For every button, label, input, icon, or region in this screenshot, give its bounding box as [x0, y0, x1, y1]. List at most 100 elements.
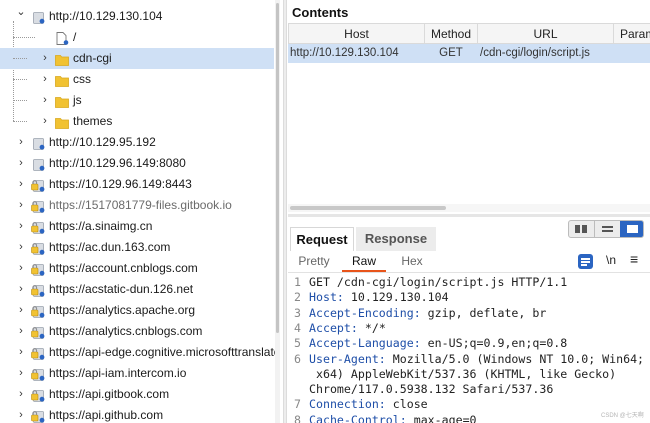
tree-item[interactable]: › https://a.sinaimg.cn	[0, 216, 274, 237]
chevron-right-icon[interactable]: ›	[16, 384, 26, 405]
chevron-right-icon[interactable]: ›	[16, 279, 26, 300]
header-name: Connection:	[309, 397, 386, 412]
chevron-right-icon[interactable]: ›	[16, 132, 26, 153]
host-icon	[31, 262, 45, 276]
cell-url: /cdn-cgi/login/script.js	[480, 47, 590, 59]
menu-icon[interactable]: ≡	[630, 251, 638, 267]
tab-response[interactable]: Response	[356, 227, 436, 251]
chevron-right-icon[interactable]: ›	[40, 48, 50, 69]
column-header-url[interactable]: URL	[477, 23, 614, 44]
tree-item-label: https://api.gitbook.com	[49, 387, 170, 401]
tree-item[interactable]: › js	[0, 90, 274, 111]
chevron-right-icon[interactable]: ›	[16, 216, 26, 237]
chevron-right-icon[interactable]: ›	[40, 69, 50, 90]
tree-item[interactable]: › https://acstatic-dun.126.net	[0, 279, 274, 300]
chevron-right-icon[interactable]: ›	[16, 300, 26, 321]
tree-item[interactable]: › https://analytics.cnblogs.com	[0, 321, 274, 342]
pane-divider[interactable]	[283, 0, 287, 423]
host-icon	[31, 178, 45, 192]
request-panel: Request Response Pretty Raw Hex \n ≡ 1 GE…	[288, 217, 650, 423]
line-number: 2	[294, 290, 301, 305]
chevron-right-icon[interactable]: ›	[16, 258, 26, 279]
tab-pretty[interactable]: Pretty	[292, 251, 336, 272]
header-name: Host:	[309, 290, 344, 305]
tree-item[interactable]: › https://api-iam.intercom.io	[0, 363, 274, 384]
editor-line: 5 Accept-Language: en-US;q=0.9,en;q=0.8	[288, 335, 650, 351]
tree-item-label: cdn-cgi	[73, 51, 112, 65]
chevron-right-icon[interactable]: ›	[16, 363, 26, 384]
tree-item[interactable]: › https://api.gitbook.com	[0, 384, 274, 405]
header-value: 10.129.130.104	[343, 290, 449, 305]
contents-panel: Contents Host Method URL Param http://10…	[288, 0, 650, 214]
chevron-right-icon[interactable]: ›	[16, 174, 26, 195]
host-icon	[31, 325, 45, 339]
host-icon	[31, 409, 45, 423]
line-content: GET /cdn-cgi/login/script.js HTTP/1.1	[309, 274, 567, 290]
tree-item[interactable]: › http://10.129.95.192	[0, 132, 274, 153]
header-value: max-age=0	[406, 412, 477, 423]
editor-line: 1 GET /cdn-cgi/login/script.js HTTP/1.1	[288, 274, 650, 290]
tree-scrollbar-thumb[interactable]	[276, 3, 279, 333]
tree-scrollbar[interactable]	[275, 0, 280, 423]
tree-item[interactable]: › cdn-cgi	[0, 48, 274, 69]
tree-item-label: https://api-iam.intercom.io	[49, 366, 187, 380]
line-content: Accept-Encoding: gzip, deflate, br	[309, 305, 546, 321]
column-header-method[interactable]: Method	[424, 23, 478, 44]
tab-request[interactable]: Request	[290, 227, 354, 251]
tree-item[interactable]: › https://ac.dun.163.com	[0, 237, 274, 258]
chevron-right-icon[interactable]: ›	[40, 90, 50, 111]
chevron-right-icon[interactable]: ›	[16, 237, 26, 258]
chevron-right-icon[interactable]: ›	[40, 111, 50, 132]
tree-item[interactable]: › https://api-edge.cognitive.microsofttra…	[0, 342, 280, 363]
header-value: close	[385, 397, 428, 412]
tree-item[interactable]: › https://account.cnblogs.com	[0, 258, 274, 279]
table-row[interactable]: http://10.129.130.104 GET /cdn-cgi/login…	[288, 44, 650, 63]
tree-item-label: https://1517081779-files.gitbook.io	[49, 198, 232, 212]
tree-item[interactable]: ⌄ http://10.129.130.104	[0, 6, 274, 27]
folder-icon	[55, 52, 69, 66]
line-number: 5	[294, 336, 301, 351]
chevron-right-icon[interactable]: ›	[16, 405, 26, 423]
tree-item-label: http://10.129.96.149:8080	[49, 156, 186, 170]
request-editor[interactable]: 1 GET /cdn-cgi/login/script.js HTTP/1.1 2 H…	[288, 274, 650, 423]
header-name: User-Agent:	[309, 351, 386, 366]
line-number: 4	[294, 320, 301, 335]
editor-line: 6 User-Agent: Mozilla/5.0 (Windows NT 10.…	[288, 351, 650, 367]
folder-icon	[55, 73, 69, 87]
header-name: Accept-Language:	[309, 336, 421, 351]
hscrollbar-thumb[interactable]	[290, 206, 446, 210]
tree-item[interactable]: /	[0, 27, 274, 48]
tree-item[interactable]: › https://10.129.96.149:8443	[0, 174, 274, 195]
line-number: 7	[294, 397, 301, 412]
tree-item[interactable]: › http://10.129.96.149:8080	[0, 153, 274, 174]
chevron-right-icon[interactable]: ›	[16, 195, 26, 216]
header-name: Cache-Control:	[309, 412, 407, 423]
message-tabs: Request Response	[288, 227, 650, 251]
tree-item[interactable]: › https://1517081779-files.gitbook.io	[0, 195, 274, 216]
tree-item[interactable]: › https://analytics.apache.org	[0, 300, 274, 321]
tree-item-label: js	[73, 93, 82, 107]
contents-hscrollbar[interactable]	[288, 204, 650, 212]
tree-item-label: http://10.129.95.192	[49, 135, 156, 149]
tree-item-label: /	[73, 30, 77, 44]
site-map-tree: ⌄ http://10.129.130.104 / › cdn-cgi › css › js › t…	[0, 0, 280, 423]
chevron-right-icon[interactable]: ›	[16, 342, 26, 363]
tree-item[interactable]: › css	[0, 69, 274, 90]
column-header-param[interactable]: Param	[613, 23, 650, 44]
tab-hex[interactable]: Hex	[390, 251, 434, 272]
tree-item[interactable]: › https://api.github.com	[0, 405, 274, 423]
tree-item[interactable]: › themes	[0, 111, 274, 132]
tree-item-label: https://account.cnblogs.com	[49, 261, 198, 275]
chevron-right-icon[interactable]: ›	[16, 321, 26, 342]
tree-item-label: css	[73, 72, 91, 86]
column-header-host[interactable]: Host	[288, 23, 425, 44]
line-content: Chrome/117.0.5938.132 Safari/537.36	[309, 381, 553, 397]
tab-raw[interactable]: Raw	[342, 251, 386, 272]
show-newlines-button[interactable]: \n	[606, 253, 616, 267]
word-wrap-icon[interactable]	[578, 254, 593, 269]
tree-item-label: https://10.129.96.149:8443	[49, 177, 192, 191]
folder-icon	[55, 94, 69, 108]
line-content: x64) AppleWebKit/537.36 (KHTML, like Gec…	[309, 366, 616, 382]
chevron-right-icon[interactable]: ›	[16, 153, 26, 174]
chevron-down-icon[interactable]: ⌄	[16, 2, 26, 23]
